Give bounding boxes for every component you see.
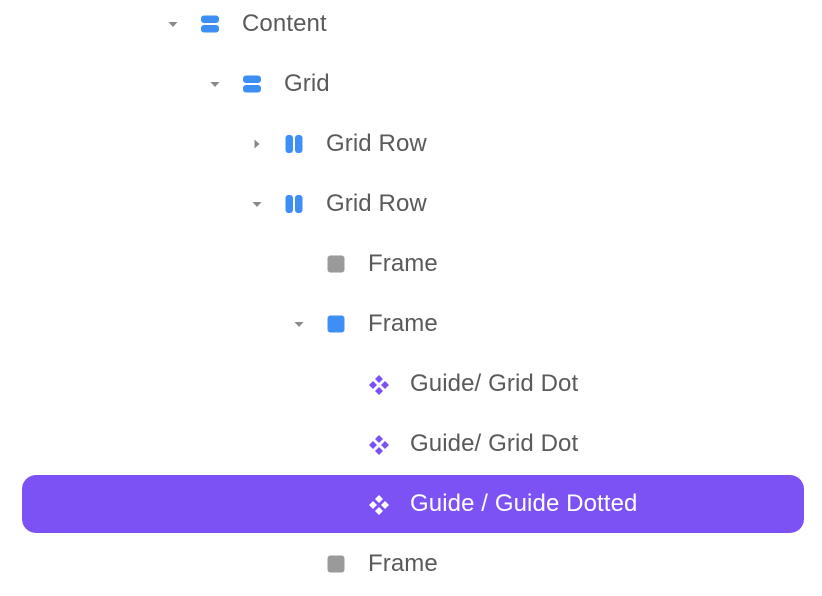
layer-label: Frame [368,310,438,337]
layer-row-guide-dotted-selected[interactable]: Guide / Guide Dotted [0,474,822,534]
component-icon [368,374,389,395]
component-icon [368,494,389,515]
layer-row-grid-row[interactable]: Grid Row [0,174,822,234]
chevron-down-icon[interactable] [161,12,185,36]
frame-icon [326,314,346,334]
layer-row-content[interactable]: Content [0,0,822,54]
layer-row-frame[interactable]: Frame [0,234,822,294]
frame-icon [326,554,346,574]
chevron-down-icon[interactable] [245,192,269,216]
layer-label: Frame [368,550,438,577]
layer-row-grid-row[interactable]: Grid Row [0,114,822,174]
layer-label: Guide/ Grid Dot [410,370,579,397]
layer-label: Grid Row [326,130,427,157]
layer-label: Grid Row [326,190,427,217]
layer-label: Guide/ Grid Dot [410,430,579,457]
layer-label: Content [242,10,327,37]
horizontal-stack-icon [284,194,304,214]
layer-label: Grid [284,70,330,97]
layer-label: Frame [368,250,438,277]
component-icon [368,434,389,455]
chevron-down-icon[interactable] [287,312,311,336]
vertical-stack-icon [242,74,262,94]
layer-row-frame[interactable]: Frame [0,294,822,354]
layer-row-guide-grid-dot[interactable]: Guide/ Grid Dot [0,414,822,474]
layer-row-grid[interactable]: Grid [0,54,822,114]
chevron-down-icon[interactable] [203,72,227,96]
layer-row-frame[interactable]: Frame [0,534,822,594]
horizontal-stack-icon [284,134,304,154]
vertical-stack-icon [200,14,220,34]
frame-icon [326,254,346,274]
layers-tree: Content Grid Grid Row Grid Row Frame Fra… [0,0,822,596]
layer-row-guide-grid-dot[interactable]: Guide/ Grid Dot [0,354,822,414]
layer-label: Guide / Guide Dotted [410,490,638,517]
chevron-right-icon[interactable] [245,132,269,156]
